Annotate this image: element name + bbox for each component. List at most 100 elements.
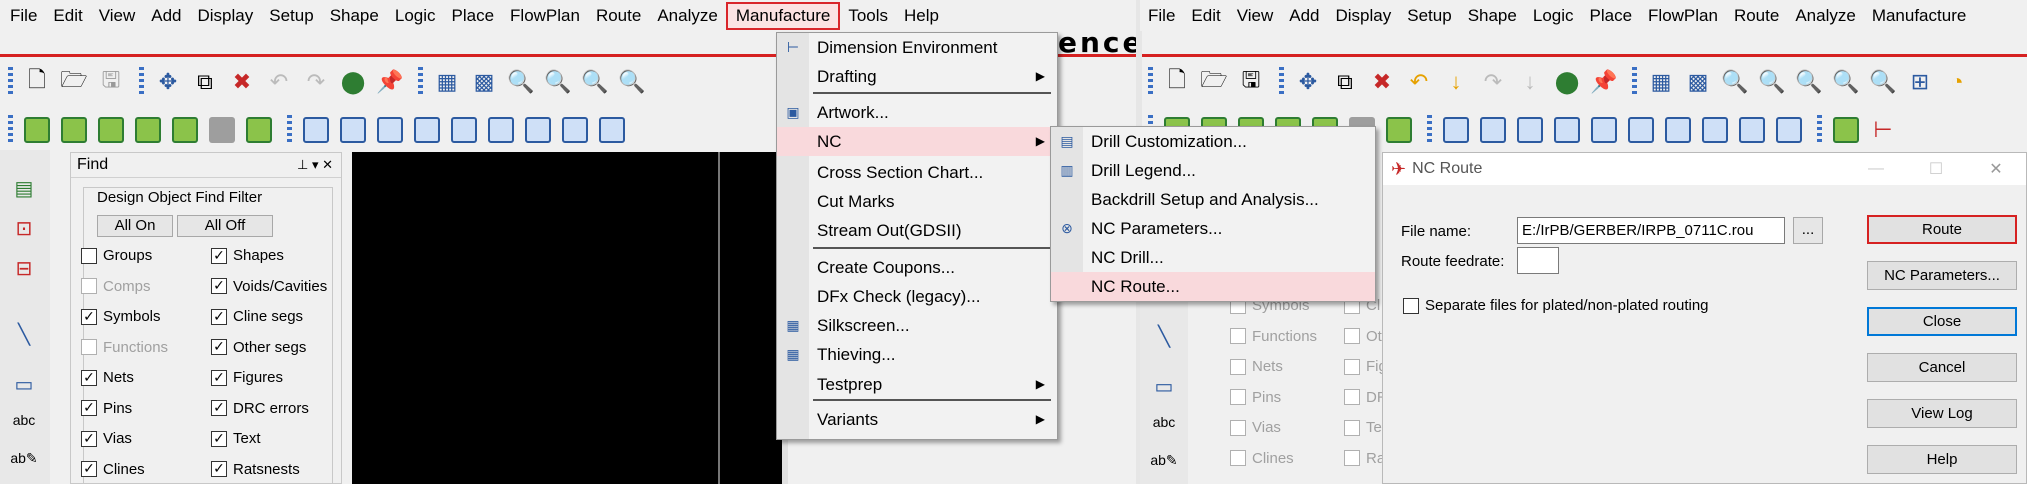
find-checkbox-other-segs[interactable]: ✓ Other segs [211,339,306,356]
menu-setup[interactable]: Setup [1399,2,1459,30]
checkbox-box[interactable]: ✓ [211,308,227,325]
open-folder-icon[interactable]: 🗁 [1197,65,1231,99]
select-4-icon[interactable] [1550,113,1584,147]
nc-parameters-button[interactable]: NC Parameters... [1867,261,2017,290]
menu-route[interactable]: Route [588,2,649,30]
checkbox-box[interactable] [1230,358,1246,375]
menu-tools[interactable]: Tools [840,2,896,30]
copy-icon[interactable]: ⧉ [188,65,222,99]
select-6-icon[interactable] [484,113,518,147]
zoom-prev-icon[interactable]: 🔍 [1866,65,1900,99]
file-name-input[interactable]: E:/IrPB/GERBER/IRPB_0711C.rou [1517,217,1785,244]
menu-analyze[interactable]: Analyze [649,2,725,30]
find-checkbox-functions[interactable]: Functions [1230,328,1317,345]
move-icon[interactable]: ✥ [1291,65,1325,99]
menu-flowplan[interactable]: FlowPlan [502,2,588,30]
component-icon[interactable]: ⊟ [10,256,38,282]
layer-3-icon[interactable] [94,113,128,147]
new-file-icon[interactable]: 🗋 [1160,65,1194,99]
all-off-button[interactable]: All Off [177,215,273,237]
select-4-icon[interactable] [410,113,444,147]
select-2-icon[interactable] [336,113,370,147]
menu-file[interactable]: File [1140,2,1183,30]
menu-display[interactable]: Display [190,2,262,30]
menu-item-dfx-check-legacy[interactable]: DFx Check (legacy)... [777,282,1057,311]
toolbar-grip[interactable] [418,67,423,97]
separate-files-checkbox[interactable]: Separate files for plated/non-plated rou… [1403,297,1709,314]
menu-manufacture[interactable]: Manufacture [1864,2,1975,30]
open-folder-icon[interactable]: 🗁 [57,65,91,99]
menu-shape[interactable]: Shape [1460,2,1525,30]
refresh-icon[interactable]: ◔ [1940,65,1974,99]
toolbar-grip[interactable] [8,67,13,97]
submenu-item-nc-route[interactable]: NC Route... [1051,272,1375,301]
submenu-item-nc-drill[interactable]: NC Drill... [1051,243,1375,272]
menu-place[interactable]: Place [444,2,503,30]
menu-item-stream-out-gdsii[interactable]: Stream Out(GDSII) [777,216,1057,245]
menu-view[interactable]: View [1229,2,1282,30]
checkbox-box[interactable]: ✓ [211,247,227,264]
rect-icon[interactable]: ▭ [1150,374,1178,400]
browse-button[interactable]: ... [1793,217,1823,244]
layer-1-icon[interactable] [20,113,54,147]
find-checkbox-drc-errors[interactable]: ✓ DRC errors [211,400,309,417]
checkbox-box[interactable] [1344,328,1360,344]
menu-item-dimension-environment[interactable]: ⊢ Dimension Environment [777,33,1057,62]
checkbox-box[interactable] [1344,450,1360,466]
grid-icon[interactable]: ▦ [1644,65,1678,99]
layer-2-icon[interactable] [57,113,91,147]
delete-icon[interactable]: ✖ [1365,65,1399,99]
save-icon[interactable]: 🖫 [1234,65,1268,99]
find-checkbox-groups[interactable]: Groups [81,247,152,264]
help-button[interactable]: Help [1867,445,2017,474]
minimize-icon[interactable]: — [1846,160,1906,178]
menu-item-variants[interactable]: Variants ▶ [777,405,1057,434]
select-5-icon[interactable] [1587,113,1621,147]
menu-file[interactable]: File [2,2,45,30]
cancel-button[interactable]: Cancel [1867,353,2017,382]
zoom-out-icon[interactable]: 🔍 [1829,65,1863,99]
grid-icon[interactable]: ▦ [430,65,464,99]
redo-3-icon[interactable]: ↓ [1513,65,1547,99]
rect-icon[interactable]: ▭ [10,372,38,398]
select-6-icon[interactable] [1624,113,1658,147]
checkbox-box[interactable]: ✓ [81,461,97,477]
maximize-icon[interactable]: ☐ [1906,159,1966,179]
checkbox-box[interactable]: ✓ [81,400,97,416]
checkbox-box[interactable]: ✓ [211,430,227,447]
text-edit-icon[interactable]: ab✎ [10,450,38,476]
menu-analyze[interactable]: Analyze [1787,2,1863,30]
zoom-world-icon[interactable]: ⊞ [1903,65,1937,99]
layer-6-icon[interactable] [1382,113,1416,147]
checkbox-box[interactable] [1230,389,1246,405]
zoom-in-icon[interactable]: 🔍 [1792,65,1826,99]
undo-icon[interactable]: ↶ [262,65,296,99]
find-checkbox-ratsnests[interactable]: ✓ Ratsnests [211,461,300,478]
zoom-window-icon[interactable]: 🔍 [541,65,575,99]
select-1-icon[interactable] [1439,113,1473,147]
zoom-fit-icon[interactable]: 🔍 [504,65,538,99]
find-checkbox-shapes[interactable]: ✓ Shapes [211,247,284,264]
checkbox-box[interactable] [81,247,97,264]
toolbar-grip[interactable] [1279,67,1284,97]
checkbox-box[interactable] [1230,419,1246,436]
find-checkbox-symbols[interactable]: ✓ Symbols [81,308,161,325]
select-8-icon[interactable] [558,113,592,147]
find-checkbox-nets[interactable]: ✓ Nets [81,369,134,386]
layer-off-icon[interactable] [205,113,239,147]
select-3-icon[interactable] [373,113,407,147]
toolbar-grip[interactable] [1817,115,1822,145]
text-edit-icon[interactable]: ab✎ [1150,452,1178,478]
find-checkbox-vias[interactable]: Vias [1230,419,1281,436]
menu-add[interactable]: Add [1281,2,1327,30]
find-checkbox-voids-cavities[interactable]: ✓ Voids/Cavities [211,278,327,295]
zoom-out-icon[interactable]: 🔍 [615,65,649,99]
checkbox-box[interactable] [81,339,97,355]
select-2-icon[interactable] [1476,113,1510,147]
feedrate-input[interactable] [1517,247,1559,274]
find-checkbox-cline-segs[interactable]: ✓ Cline segs [211,308,303,325]
toolbar-grip[interactable] [8,115,13,145]
all-on-button[interactable]: All On [97,215,173,237]
menu-item-artwork[interactable]: ▣ Artwork... [777,98,1057,127]
menu-route[interactable]: Route [1726,2,1787,30]
